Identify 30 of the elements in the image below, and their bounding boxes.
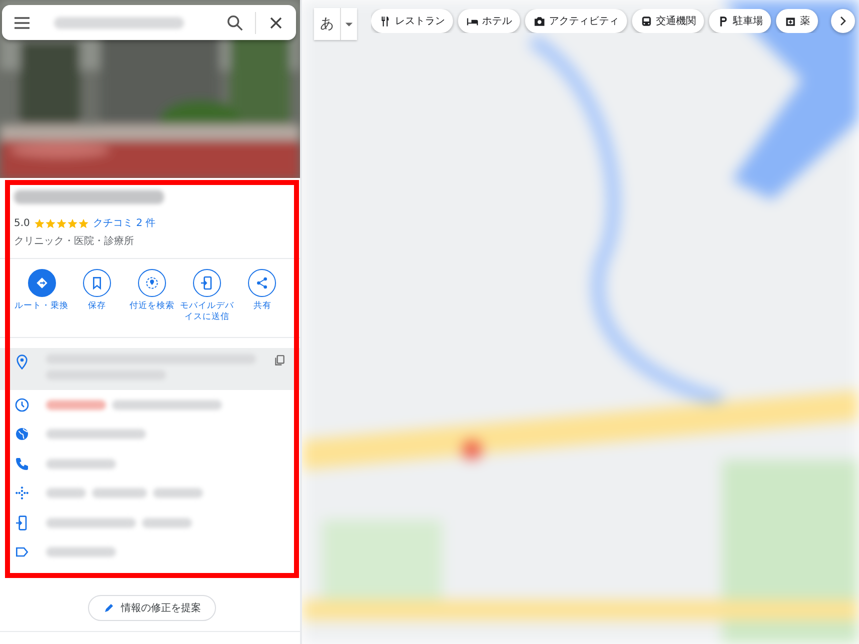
category-chip[interactable]: ホテル	[458, 9, 520, 33]
action-button[interactable]: 保存	[69, 269, 124, 324]
category-chip[interactable]: アクティビティ	[525, 9, 627, 33]
category-chip[interactable]: 駐車場	[709, 9, 771, 33]
action-button[interactable]: ルート・乗換	[14, 269, 70, 324]
category-chip[interactable]: 交通機関	[632, 9, 704, 33]
location-pin-icon	[14, 354, 30, 370]
action-button[interactable]: 付近を検索	[124, 269, 180, 324]
copy-icon[interactable]	[273, 354, 286, 368]
rating-value: 5.0	[14, 218, 30, 228]
globe-icon	[14, 426, 30, 442]
category-chip[interactable]: レストラン	[371, 9, 453, 33]
camera-icon	[533, 14, 546, 28]
search-bar[interactable]	[2, 5, 296, 40]
category-text: クリニック・医院・診療所	[14, 234, 135, 248]
category-chip[interactable]: 薬	[776, 9, 818, 33]
input-tool-button[interactable]: あ	[314, 8, 357, 40]
suggest-edit-button[interactable]: 情報の修正を提案	[88, 595, 216, 622]
info-row[interactable]	[0, 348, 300, 390]
pencil-icon	[103, 602, 115, 614]
dots-icon	[14, 485, 30, 502]
search-icon[interactable]	[225, 12, 245, 32]
pharmacy-icon	[784, 14, 797, 28]
bus-icon	[640, 14, 653, 28]
phone-icon	[14, 456, 30, 472]
action-button[interactable]: 共有	[234, 269, 290, 324]
clock-icon	[14, 396, 30, 413]
location-icon	[144, 275, 160, 291]
reviews-link[interactable]: クチコミ 2 件	[92, 216, 156, 230]
action-button[interactable]: モバイルデバイスに送信	[180, 269, 235, 324]
